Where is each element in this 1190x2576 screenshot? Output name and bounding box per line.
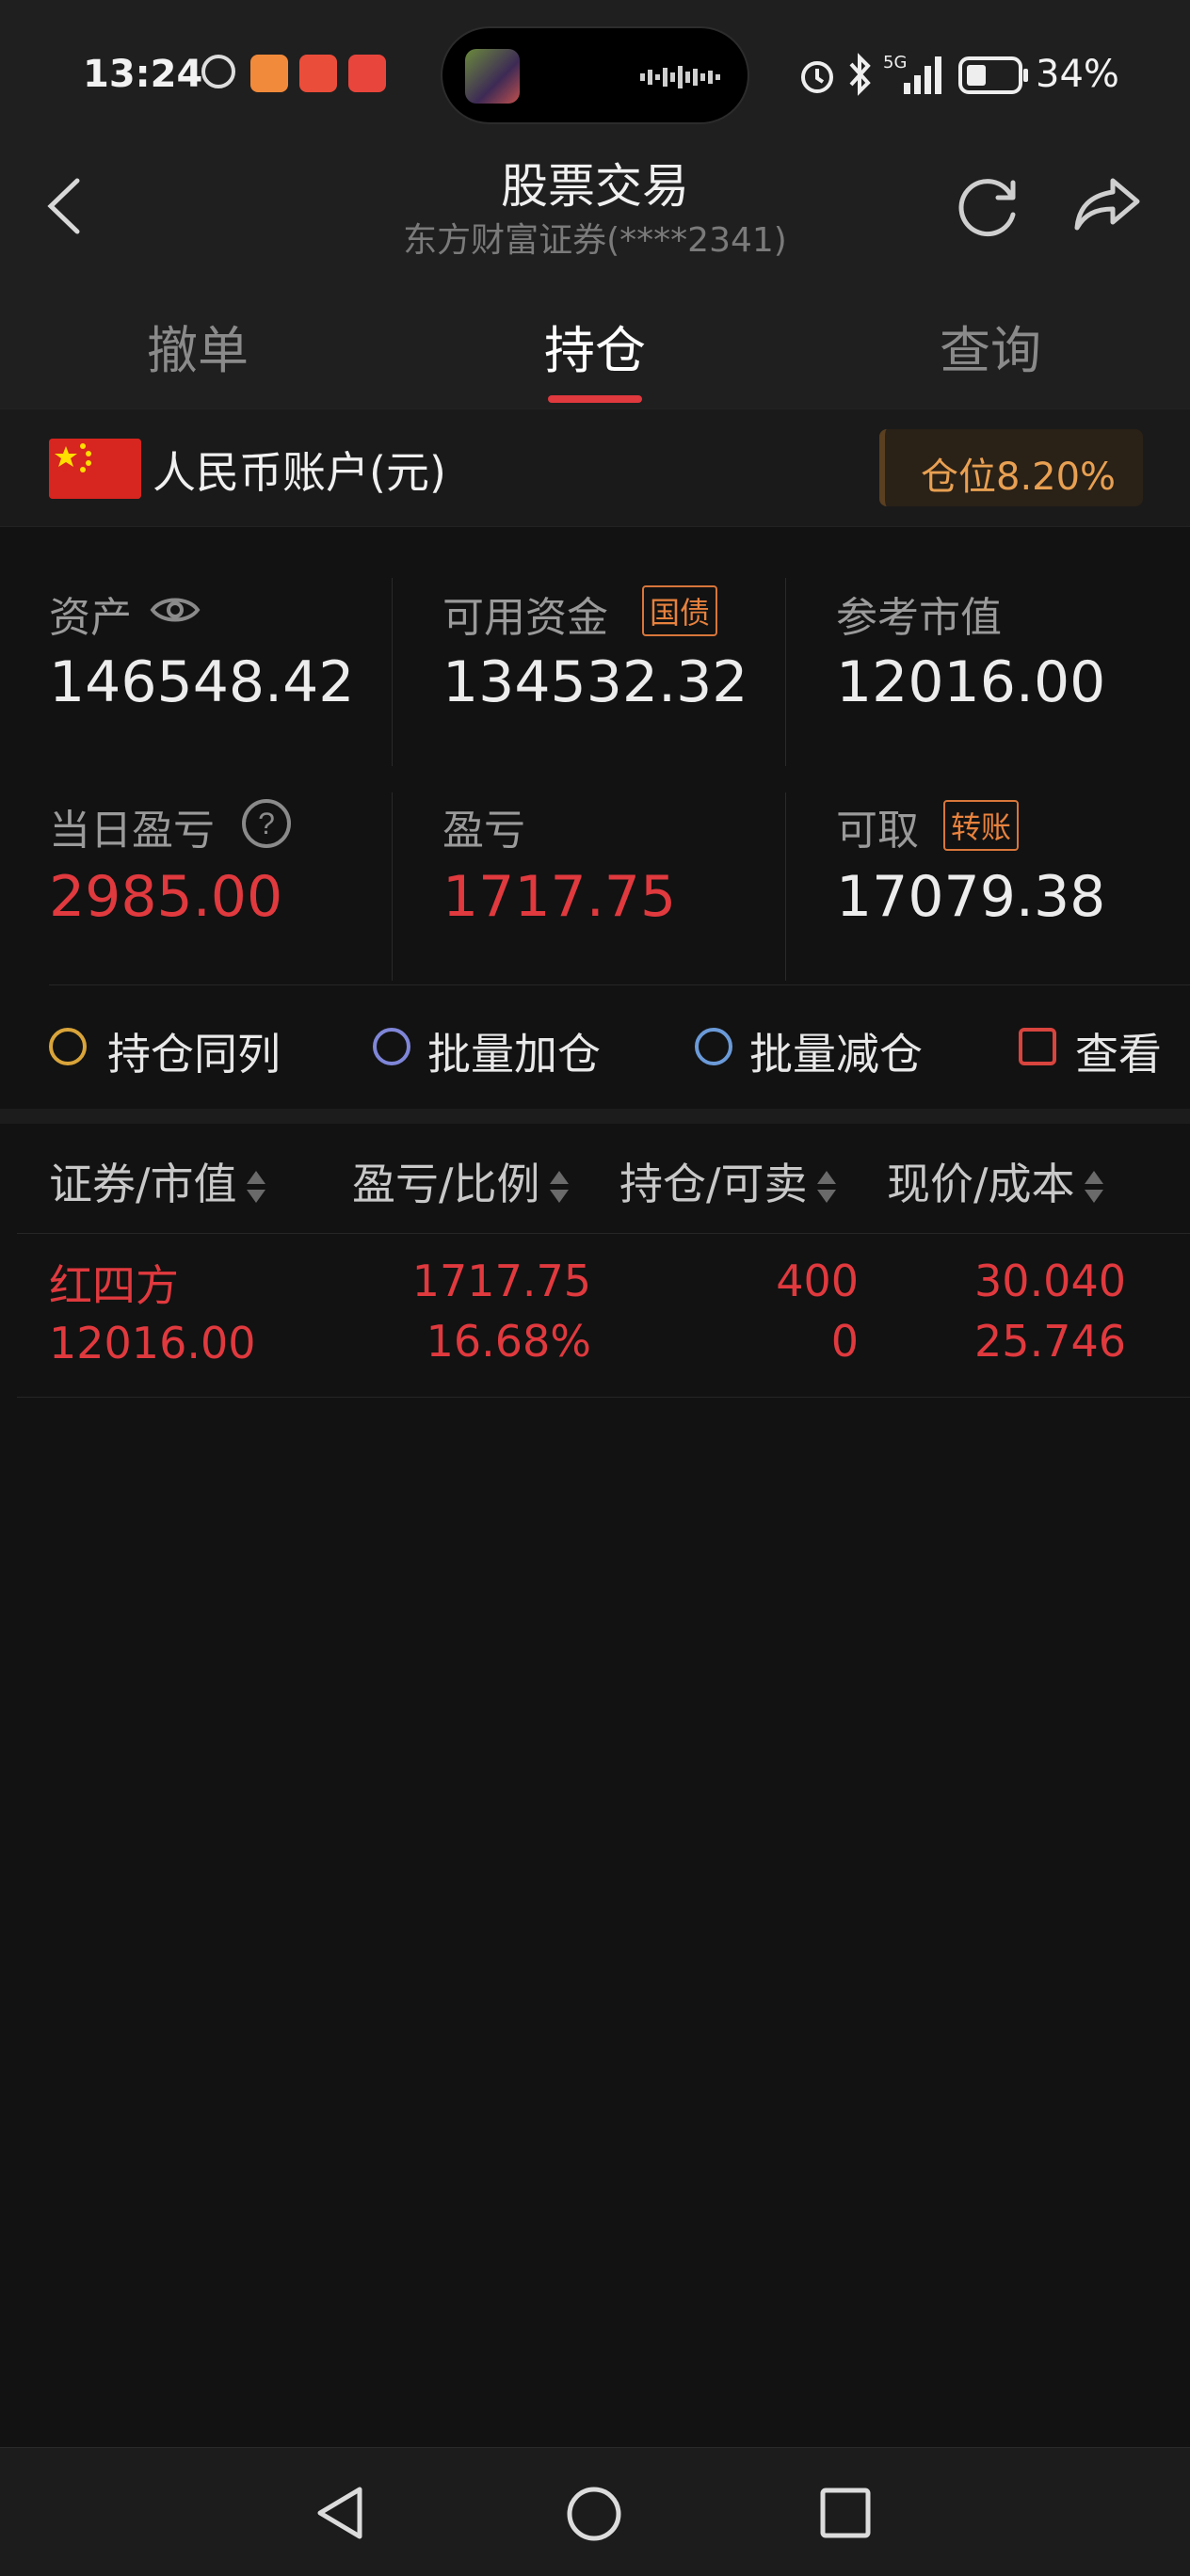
stat-divider [392,578,393,766]
shortcut-label: 持仓同列 [107,1029,281,1080]
home-icon [1019,1028,1056,1065]
china-flag-icon [49,439,141,499]
tab-holdings[interactable]: 持仓 [454,309,736,383]
shortcut-view[interactable]: 查看 [1019,1020,1190,1082]
stock-pl: 1717.75 [411,1256,591,1306]
stock-pl-ratio: 16.68% [426,1316,591,1367]
refresh-icon[interactable] [955,173,1022,241]
alarm-icon [801,61,833,93]
dynamic-island[interactable] [441,26,749,124]
column-header-label: 证券/市值 [49,1159,237,1209]
app-icon [250,55,288,92]
stock-sellable: 0 [830,1316,859,1367]
pl-label: 盈亏 [442,807,525,855]
app-icon [299,55,337,92]
account-currency-label[interactable]: 人民币账户(元) [153,439,446,501]
shortcut-batch-add[interactable]: 批量加仓 [373,1020,601,1082]
available-funds-value: 134532.32 [442,649,748,715]
column-header-label: 现价/成本 [887,1159,1075,1209]
stock-price: 30.040 [974,1256,1126,1306]
taobao-icon [348,55,386,92]
sort-icon [1083,1169,1105,1207]
share-icon[interactable] [1073,175,1143,233]
pl-value: 1717.75 [442,864,677,930]
shortcut-label: 批量减仓 [749,1029,923,1080]
shortcut-batch-reduce[interactable]: 批量减仓 [695,1020,923,1082]
svg-text:?: ? [258,807,275,840]
column-header-label: 盈亏/比例 [352,1159,540,1209]
bluetooth-icon [849,53,871,96]
sort-icon [245,1169,267,1207]
stock-holding: 400 [776,1256,859,1306]
notification-icon [201,55,235,88]
section-divider [49,984,1190,985]
market-value-label: 参考市值 [836,594,1002,642]
audio-wave-icon [640,66,720,88]
status-time: 13:24 [83,53,203,96]
battery-icon [958,56,1028,94]
stat-divider [785,578,786,766]
withdrawable-value: 17079.38 [836,864,1106,930]
help-icon[interactable]: ? [241,798,292,849]
stock-name: 红四方 [49,1260,179,1311]
position-ratio-text: 仓位8.20% [921,456,1117,499]
yuan-plus-icon [373,1028,410,1065]
column-header-holding[interactable]: 持仓/可卖 [619,1150,838,1212]
column-header-pl[interactable]: 盈亏/比例 [352,1150,571,1212]
available-funds-label: 可用资金 [442,594,608,642]
treasury-bond-tag[interactable]: 国债 [642,585,718,636]
eye-icon[interactable] [149,591,201,629]
stock-market-value: 12016.00 [49,1318,256,1368]
table-divider [17,1233,1190,1234]
stock-cost: 25.746 [974,1316,1126,1367]
active-tab-indicator [548,395,642,403]
signal-icon [904,56,941,94]
stat-divider [392,792,393,981]
list-icon [49,1028,87,1065]
column-header-label: 持仓/可卖 [619,1159,808,1209]
assets-value: 146548.42 [49,649,355,715]
battery-percent: 34% [1036,53,1119,96]
tab-cancel-order[interactable]: 撤单 [56,309,339,383]
sort-icon [815,1169,838,1207]
shortcut-label: 批量加仓 [427,1029,601,1080]
column-header-price[interactable]: 现价/成本 [887,1150,1105,1212]
market-value-value: 12016.00 [836,649,1106,715]
transfer-tag[interactable]: 转账 [943,800,1020,851]
assets-label: 资产 [49,594,132,642]
stat-divider [785,792,786,981]
nav-back-icon[interactable] [314,2485,365,2541]
daily-pl-label: 当日盈亏 [49,807,215,855]
section-gap [0,1109,1190,1124]
sort-icon [548,1169,571,1207]
table-divider [17,1397,1190,1398]
daily-pl-value: 2985.00 [49,864,283,930]
nav-home-icon[interactable] [565,2485,623,2543]
yuan-minus-icon [695,1028,732,1065]
nav-recents-icon[interactable] [819,2487,872,2539]
withdrawable-label: 可取 [836,807,919,855]
tab-query[interactable]: 查询 [849,309,1132,383]
shortcut-label: 查看 [1075,1029,1162,1080]
position-ratio-badge: 仓位8.20% [879,429,1143,506]
column-header-security[interactable]: 证券/市值 [49,1150,267,1212]
shortcut-holdings-list[interactable]: 持仓同列 [49,1020,281,1082]
media-thumbnail [465,49,520,104]
